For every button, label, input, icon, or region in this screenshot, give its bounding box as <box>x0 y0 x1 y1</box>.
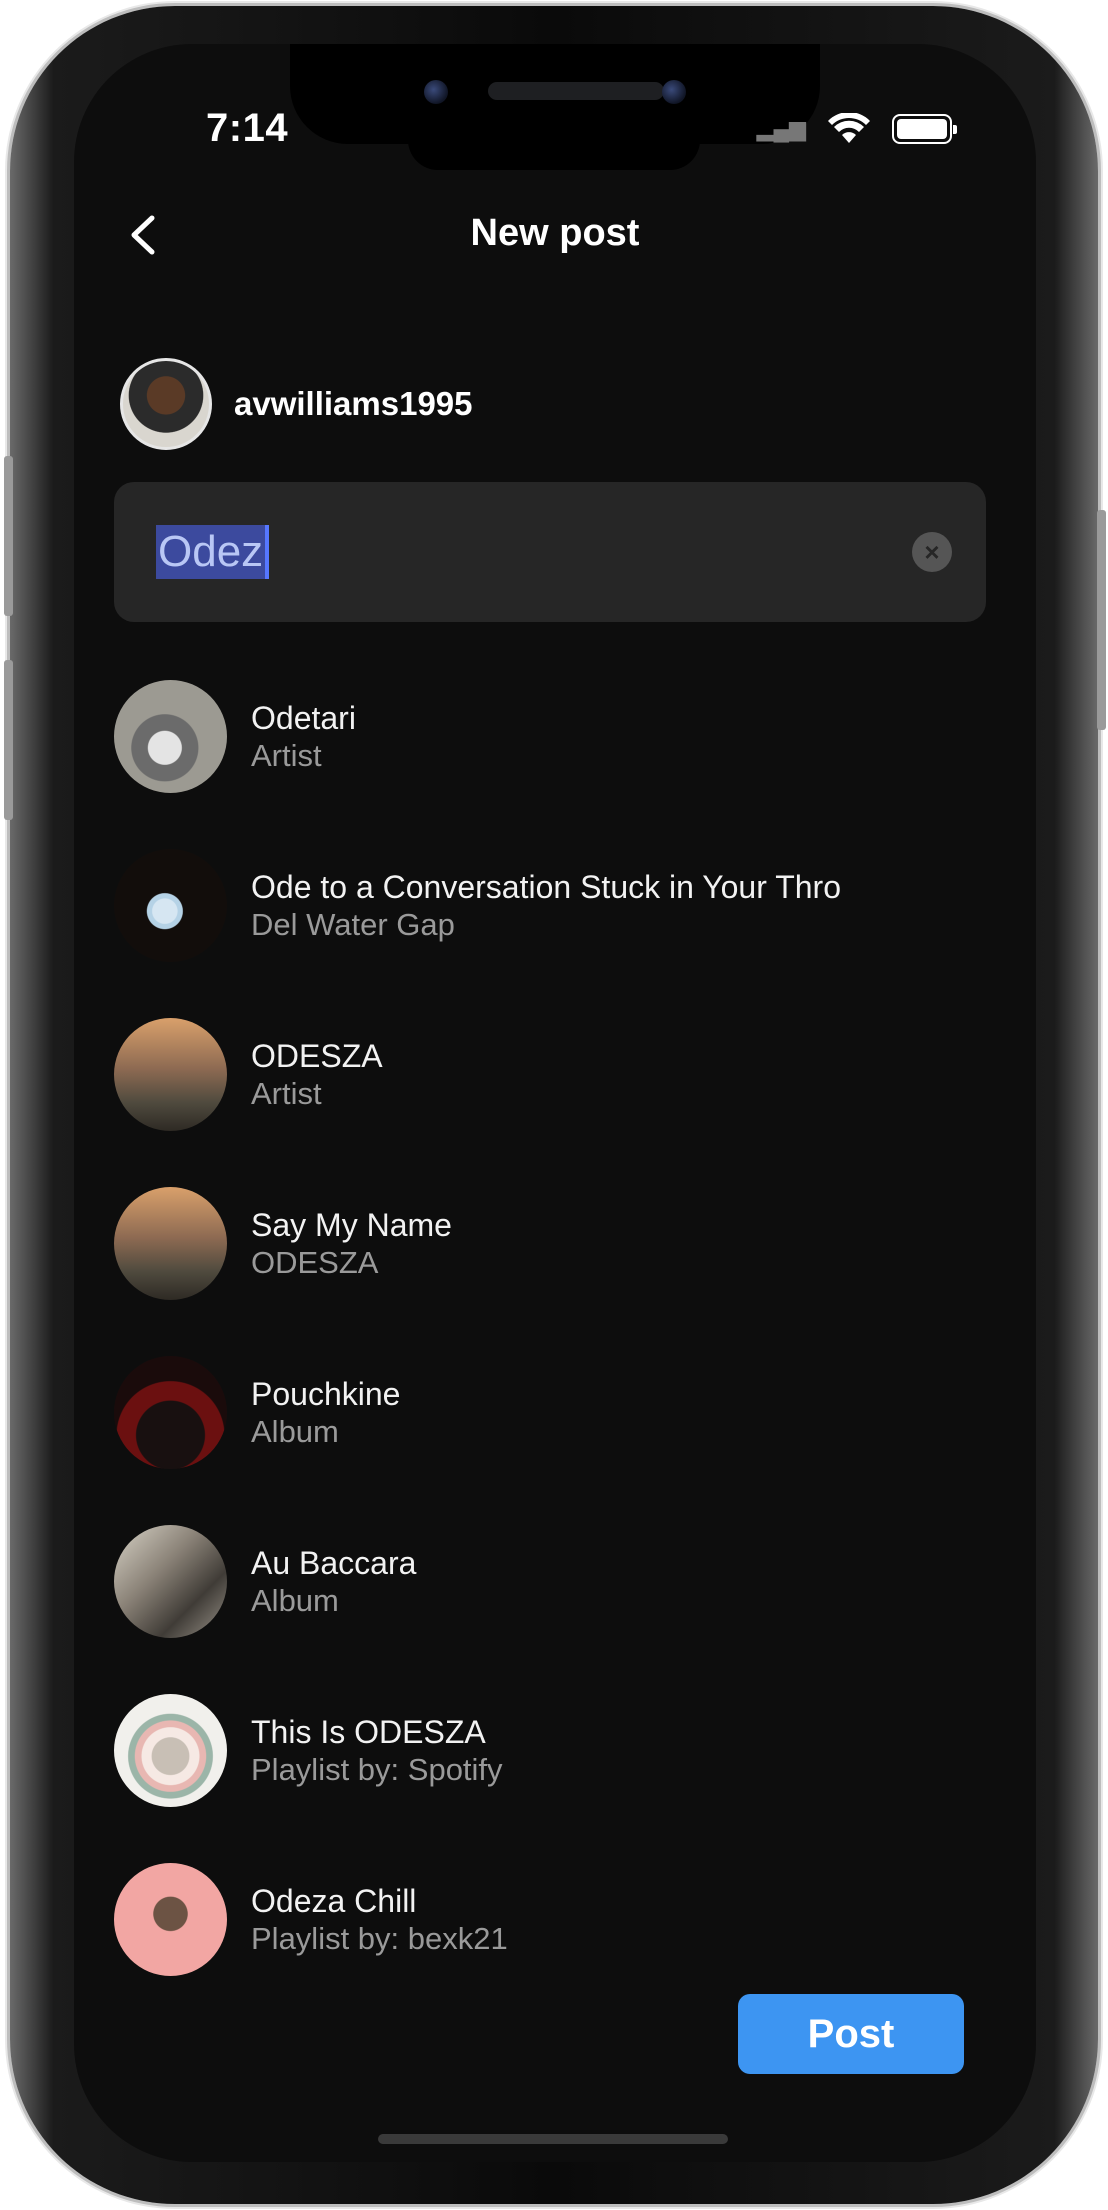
result-artwork <box>114 849 227 962</box>
result-title: ODESZA <box>251 1037 383 1074</box>
result-subtitle: Playlist by: Spotify <box>251 1751 503 1787</box>
close-icon: × <box>924 536 940 567</box>
username: avwilliams1995 <box>234 385 473 422</box>
result-artwork <box>114 1525 227 1638</box>
search-input-value[interactable]: Odez <box>156 525 270 579</box>
result-text: ODESZA Artist <box>251 1037 383 1113</box>
status-time: 7:14 <box>206 106 289 150</box>
result-artwork <box>114 1187 227 1300</box>
camera-lens <box>424 80 448 104</box>
result-artwork <box>114 1863 227 1976</box>
result-artwork <box>114 1694 227 1807</box>
speaker-grille <box>488 82 664 100</box>
result-text: Say My Name ODESZA <box>251 1206 452 1282</box>
result-item[interactable]: Ode to a Conversation Stuck in Your Thro… <box>114 821 994 990</box>
result-title: This Is ODESZA <box>251 1713 486 1750</box>
result-text: Pouchkine Album <box>251 1375 400 1451</box>
result-subtitle: Del Water Gap <box>251 906 455 942</box>
power-button <box>1097 510 1106 730</box>
signal-icon: ▂▄▆ <box>756 116 806 141</box>
result-item[interactable]: This Is ODESZA Playlist by: Spotify <box>114 1666 994 1835</box>
volume-button <box>4 660 13 820</box>
result-item[interactable]: Odetari Artist <box>114 652 994 821</box>
result-artwork <box>114 680 227 793</box>
post-button[interactable]: Post <box>738 1994 964 2074</box>
status-icons: ▂▄▆ <box>756 112 957 146</box>
result-subtitle: Artist <box>251 737 322 773</box>
battery-icon <box>892 114 957 144</box>
result-title: Ode to a Conversation Stuck in Your Thro <box>251 868 841 905</box>
mute-switch <box>4 456 13 616</box>
post-author: avwilliams1995 <box>120 358 473 450</box>
sensor-lens <box>662 80 686 104</box>
result-item[interactable]: Odeza Chill Playlist by: bexk21 <box>114 1835 994 2004</box>
result-subtitle: Album <box>251 1582 339 1618</box>
result-text: This Is ODESZA Playlist by: Spotify <box>251 1713 503 1789</box>
result-artwork <box>114 1356 227 1469</box>
result-subtitle: Album <box>251 1413 339 1449</box>
result-item[interactable]: Pouchkine Album <box>114 1328 994 1497</box>
app-screen: 7:14 ▂▄▆ New post avwilliams1995 Odez × … <box>74 44 1036 2162</box>
result-artwork <box>114 1018 227 1131</box>
result-subtitle: Playlist by: bexk21 <box>251 1920 508 1956</box>
result-subtitle: Artist <box>251 1075 322 1111</box>
home-indicator <box>378 2134 728 2144</box>
avatar <box>120 358 212 450</box>
notch-camera-housing <box>408 140 700 170</box>
page-title: New post <box>470 212 640 254</box>
result-title: Say My Name <box>251 1206 452 1243</box>
search-results-list: Odetari Artist Ode to a Conversation Stuck… <box>114 652 994 2004</box>
result-title: Odeza Chill <box>251 1882 417 1919</box>
clear-search-button[interactable]: × <box>912 532 952 572</box>
result-text: Au Baccara Album <box>251 1544 416 1620</box>
result-item[interactable]: Say My Name ODESZA <box>114 1159 994 1328</box>
result-item[interactable]: Au Baccara Album <box>114 1497 994 1666</box>
result-text: Odetari Artist <box>251 699 356 775</box>
result-text: Odeza Chill Playlist by: bexk21 <box>251 1882 508 1958</box>
wifi-icon <box>828 113 870 143</box>
search-input[interactable]: Odez × <box>114 482 986 622</box>
result-text: Ode to a Conversation Stuck in Your Thro… <box>251 868 841 944</box>
result-subtitle: ODESZA <box>251 1244 379 1280</box>
result-item[interactable]: ODESZA Artist <box>114 990 994 1159</box>
result-title: Odetari <box>251 699 356 736</box>
result-title: Au Baccara <box>251 1544 417 1581</box>
result-title: Pouchkine <box>251 1375 401 1412</box>
